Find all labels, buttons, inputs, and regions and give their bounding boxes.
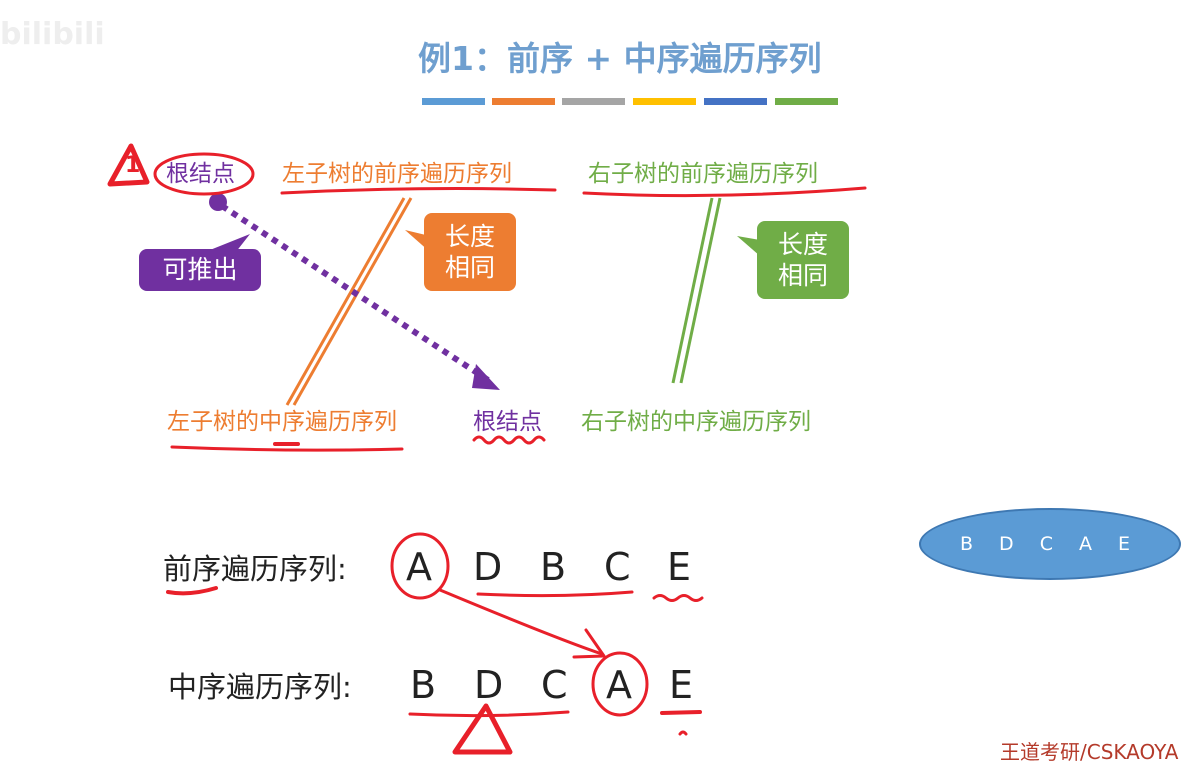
slide: bilibili 例1：前序 + 中序遍历序列 1 根结点 左子树的前序遍历序列… xyxy=(0,0,1203,762)
sequence-ellipse: B D C A E xyxy=(919,508,1181,580)
left-length-callout: 长度 相同 xyxy=(424,213,516,291)
pre-letter-b: B xyxy=(540,545,567,589)
left-callout-line-2: 相同 xyxy=(444,253,495,282)
footer-brand: 王道考研/CSKAOYA xyxy=(1000,740,1179,764)
callout-tails xyxy=(205,230,760,262)
in-letter-a: A xyxy=(606,663,632,707)
right-callout-line-2: 相同 xyxy=(777,261,828,290)
pre-letter-d: D xyxy=(473,545,503,589)
pre-letter-a: A xyxy=(406,545,432,589)
infer-callout: 可推出 xyxy=(139,249,261,291)
infer-callout-text: 可推出 xyxy=(162,255,238,284)
left-callout-line-1: 长度 xyxy=(444,222,495,251)
right-callout-line-1: 长度 xyxy=(777,230,828,259)
right-length-callout: 长度 相同 xyxy=(757,221,849,299)
in-letter-b: B xyxy=(410,663,437,707)
pre-letter-e: E xyxy=(667,545,692,589)
preorder-label: 前序遍历序列: xyxy=(163,552,347,586)
in-letter-c: C xyxy=(541,663,568,707)
in-letter-e: E xyxy=(669,663,694,707)
ellipse-text: B D C A E xyxy=(959,533,1141,555)
inorder-label: 中序遍历序列: xyxy=(168,670,352,704)
in-letter-d: D xyxy=(474,663,504,707)
pre-letter-c: C xyxy=(604,545,631,589)
